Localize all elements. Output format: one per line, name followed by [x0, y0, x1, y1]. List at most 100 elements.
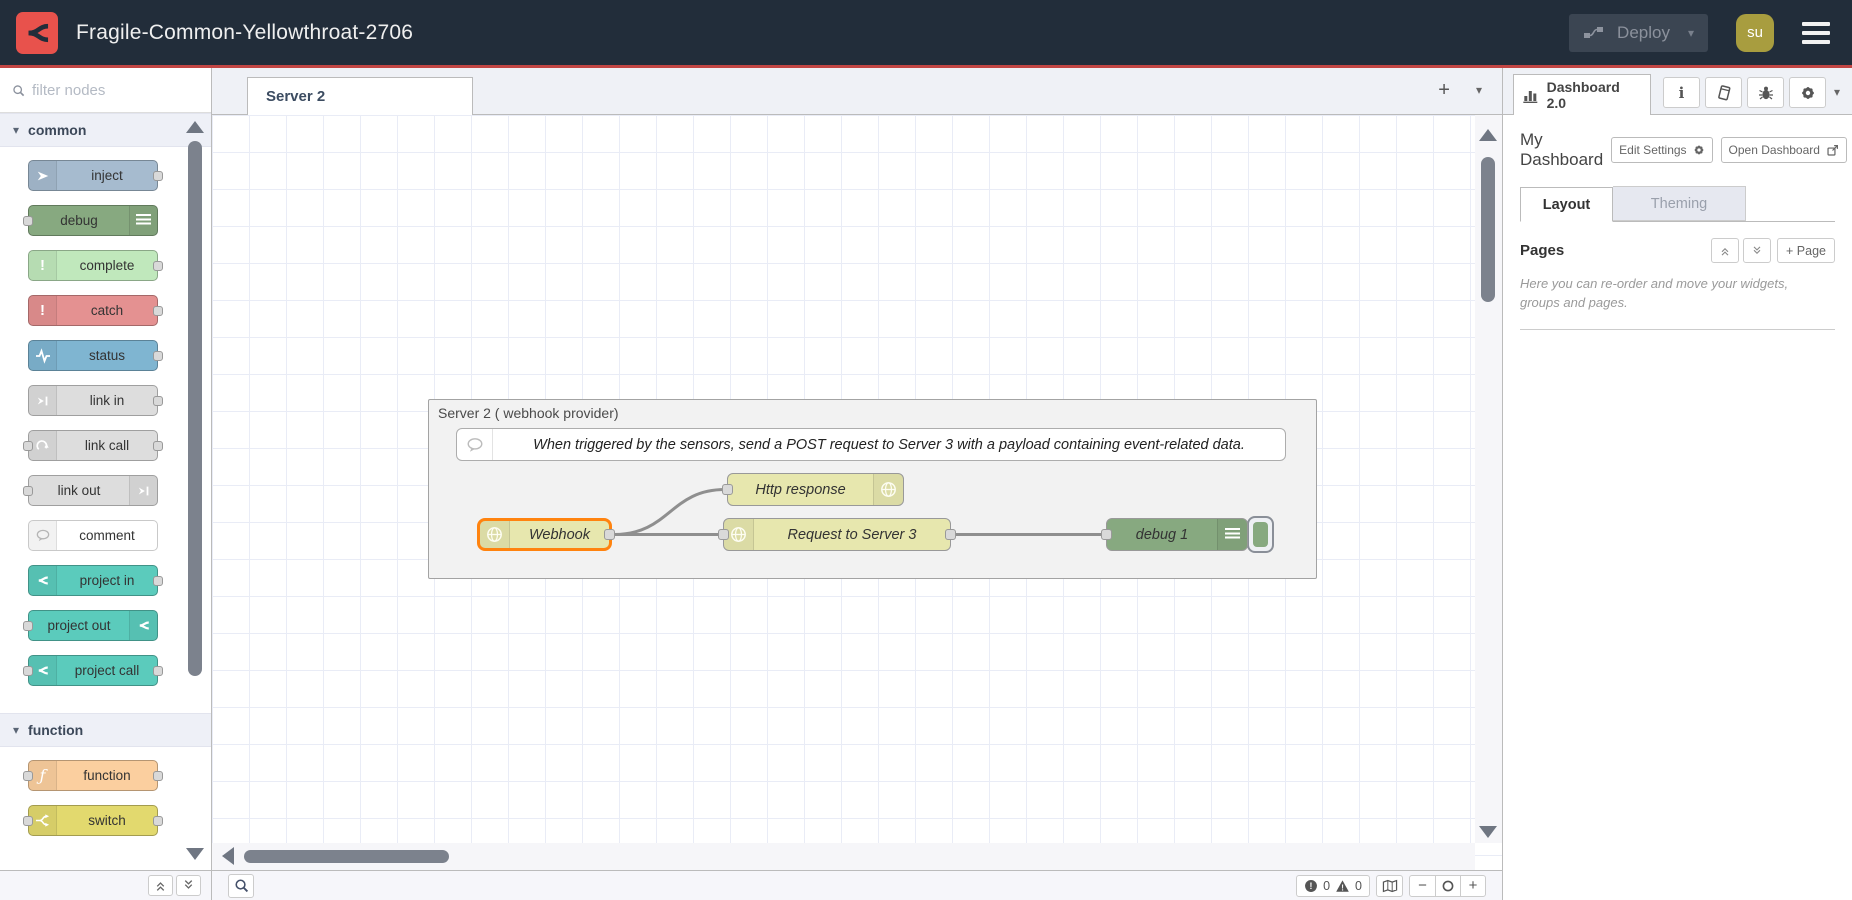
palette-scrollbar-thumb[interactable]: [188, 141, 202, 676]
help-tab-button[interactable]: [1705, 77, 1742, 108]
app-header: Fragile-Common-Yellowthroat-2706 Deploy …: [0, 0, 1852, 68]
palette-node-status[interactable]: status: [28, 340, 158, 371]
palette-node-complete[interactable]: ! complete: [28, 250, 158, 281]
flow-list-caret[interactable]: ▾: [1476, 83, 1482, 97]
palette-node-catch[interactable]: ! catch: [28, 295, 158, 326]
main-menu-button[interactable]: [1802, 22, 1836, 44]
inject-arrow-icon: [29, 161, 57, 190]
config-nodes-tab-button[interactable]: [1789, 77, 1826, 108]
fork-icon: [129, 611, 157, 640]
palette-node-debug[interactable]: debug: [28, 205, 158, 236]
flow-tabbar: Server 2 + ▾: [212, 68, 1502, 115]
search-flows-button[interactable]: [228, 874, 254, 898]
palette-node-function[interactable]: ƒ function: [28, 760, 158, 791]
add-flow-button[interactable]: +: [1438, 81, 1450, 99]
globe-icon: [480, 521, 510, 548]
flow-node-webhook[interactable]: Webhook: [477, 518, 612, 551]
pages-help-text: Here you can re-order and move your widg…: [1520, 275, 1810, 313]
bar-chart-icon: [1523, 87, 1540, 103]
exclamation-icon: !: [29, 296, 57, 325]
flow-node-http-response[interactable]: Http response: [727, 473, 904, 506]
palette-scroll-up-arrow[interactable]: [186, 121, 204, 133]
exclamation-icon: !: [29, 251, 57, 280]
add-page-button[interactable]: + Page: [1777, 238, 1835, 263]
svg-text:!: !: [1310, 880, 1313, 890]
comment-text: When triggered by the sensors, send a PO…: [493, 437, 1285, 453]
link-arrow-icon: [29, 386, 57, 415]
deploy-options-caret[interactable]: ▾: [1688, 26, 1694, 40]
gear-icon: [1800, 85, 1816, 101]
zoom-reset-button[interactable]: [1435, 876, 1460, 896]
palette-node-link-in[interactable]: link in: [28, 385, 158, 416]
sidebar-header: Dashboard 2.0 i ▾: [1503, 68, 1852, 115]
bug-icon: [1758, 85, 1774, 101]
tab-layout[interactable]: Layout: [1520, 187, 1613, 222]
debug-enable-toggle[interactable]: [1247, 516, 1274, 553]
comment-bubble-icon: [29, 521, 57, 550]
deploy-button[interactable]: Deploy ▾: [1569, 14, 1708, 52]
palette-collapse-all-button[interactable]: [148, 875, 173, 896]
open-dashboard-button[interactable]: Open Dashboard: [1721, 137, 1847, 163]
function-f-icon: ƒ: [29, 761, 57, 790]
palette-expand-all-button[interactable]: [176, 875, 201, 896]
output-port[interactable]: [604, 529, 615, 540]
edit-settings-button[interactable]: Edit Settings: [1611, 137, 1712, 163]
palette-node-link-out[interactable]: link out: [28, 475, 158, 506]
zoom-controls: − +: [1409, 875, 1486, 897]
dashboard-name: My Dashboard: [1520, 130, 1603, 170]
node-palette: ▾ common inject debug !: [0, 68, 212, 900]
palette-node-project-out[interactable]: project out: [28, 610, 158, 641]
chevron-down-icon: ▾: [13, 123, 19, 137]
tab-theming[interactable]: Theming: [1613, 186, 1746, 221]
palette-category-common[interactable]: ▾ common: [0, 113, 211, 147]
dashboard-subtabs: Layout Theming: [1520, 187, 1835, 222]
input-port[interactable]: [1101, 529, 1112, 540]
palette-node-switch[interactable]: switch: [28, 805, 158, 836]
error-count: 0: [1323, 879, 1330, 893]
flow-node-comment[interactable]: When triggered by the sensors, send a PO…: [456, 428, 1286, 461]
workspace-column: Server 2 + ▾ Server 2 ( webhook provider…: [212, 68, 1502, 900]
node-red-logo-icon: [16, 12, 58, 54]
workspace-title: Fragile-Common-Yellowthroat-2706: [76, 21, 413, 45]
move-page-down-button[interactable]: [1743, 238, 1771, 263]
move-page-up-button[interactable]: [1711, 238, 1739, 263]
pages-heading: Pages: [1520, 242, 1564, 259]
link-call-icon: [29, 431, 57, 460]
navigator-map-button[interactable]: [1376, 875, 1403, 897]
palette-node-inject[interactable]: inject: [28, 160, 158, 191]
palette-node-project-in[interactable]: project in: [28, 565, 158, 596]
palette-node-project-call[interactable]: project call: [28, 655, 158, 686]
comment-bubble-icon: [457, 429, 493, 460]
sidebar-options-caret[interactable]: ▾: [1834, 85, 1840, 99]
palette-scroll-down-arrow[interactable]: [186, 848, 204, 860]
debug-tab-button[interactable]: [1747, 77, 1784, 108]
right-sidebar: Dashboard 2.0 i ▾: [1502, 68, 1852, 900]
flow-node-request-to-server-3[interactable]: Request to Server 3: [723, 518, 951, 551]
palette-filter-input[interactable]: [32, 82, 172, 99]
info-tab-button[interactable]: i: [1663, 77, 1700, 108]
user-avatar[interactable]: su: [1736, 14, 1774, 52]
warning-count: 0: [1355, 879, 1362, 893]
external-link-icon: [1826, 144, 1839, 157]
map-icon: [1382, 879, 1398, 893]
output-port[interactable]: [945, 529, 956, 540]
info-icon: i: [1679, 84, 1685, 102]
zoom-out-button[interactable]: −: [1410, 876, 1435, 896]
palette-node-comment[interactable]: comment: [28, 520, 158, 551]
canvas-footer: ! 0 ! 0 − +: [212, 870, 1502, 900]
switch-icon: [29, 806, 57, 835]
input-port[interactable]: [718, 529, 729, 540]
fork-icon: [29, 656, 57, 685]
notifications-counts[interactable]: ! 0 ! 0: [1296, 875, 1370, 897]
palette-category-function[interactable]: ▾ function: [0, 713, 211, 747]
flow-canvas[interactable]: Server 2 ( webhook provider) When trigge…: [212, 115, 1502, 870]
zoom-in-button[interactable]: +: [1460, 876, 1485, 896]
sidebar-tab-dashboard[interactable]: Dashboard 2.0: [1513, 74, 1651, 115]
globe-icon: [873, 474, 903, 505]
palette-node-link-call[interactable]: link call: [28, 430, 158, 461]
flow-node-debug-1[interactable]: debug 1: [1106, 518, 1248, 551]
input-port[interactable]: [722, 484, 733, 495]
fork-icon: [29, 566, 57, 595]
palette-search[interactable]: [0, 68, 211, 113]
flow-tab-server-2[interactable]: Server 2: [247, 77, 473, 115]
